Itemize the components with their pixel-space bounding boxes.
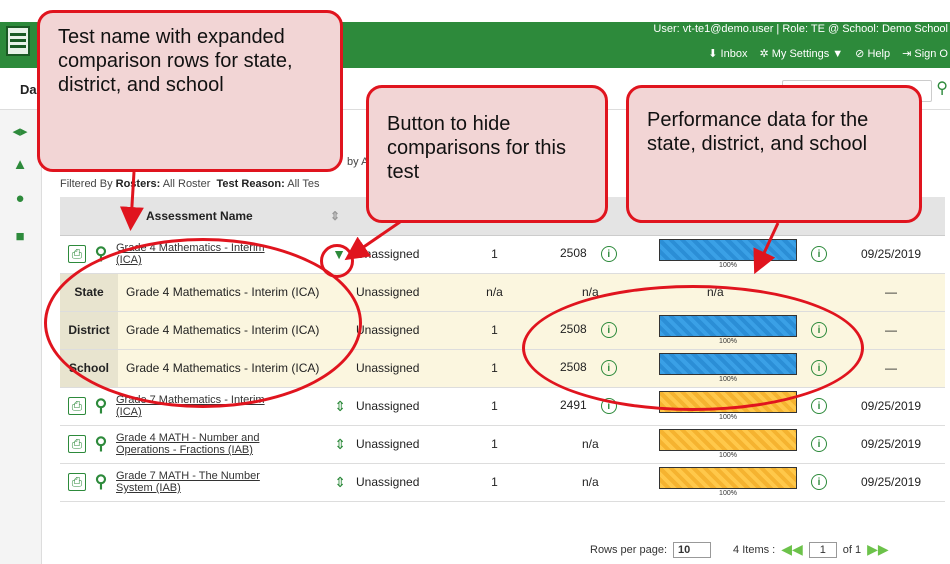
app-logo	[6, 26, 30, 56]
reason-cell: Unassigned	[352, 463, 447, 502]
reason-cell: Unassigned	[352, 349, 447, 388]
reason-cell: Unassigned	[352, 387, 447, 426]
show-comparisons-button[interactable]: ⇕	[334, 398, 346, 415]
score-cell: n/a	[542, 425, 647, 464]
inbox-link[interactable]: ⬇ Inbox	[708, 47, 747, 60]
date-cell: 09/25/2019	[837, 463, 945, 502]
items-count: 4 Items :	[733, 543, 776, 556]
filter-context: Filtered By Rosters: All Roster Test Rea…	[60, 178, 319, 190]
date-cell: —	[837, 273, 945, 312]
info-icon[interactable]: i	[811, 436, 827, 452]
performance-bar	[659, 429, 797, 451]
tests-cell: 1	[447, 425, 542, 464]
print-icon[interactable]: ⎙	[68, 245, 86, 263]
date-cell: 09/25/2019	[837, 425, 945, 464]
page-of: of 1	[842, 543, 862, 556]
table-row: ⎙ ⚲ Grade 7 MATH - The Number System (IA…	[60, 463, 945, 502]
rosters-value: All Roster	[162, 178, 211, 190]
info-icon[interactable]: i	[811, 398, 827, 414]
header-links: ⬇ Inbox ✲ My Settings ▼ ⊘ Help ⇥ Sign O	[708, 47, 948, 60]
magnify-icon[interactable]: ⚲	[92, 434, 110, 453]
date-cell: 09/25/2019	[837, 387, 945, 426]
user-info: User: vt-te1@demo.user | Role: TE @ Scho…	[653, 23, 948, 35]
performance-percent: 100%	[719, 490, 737, 497]
callout-test-name: Test name with expanded comparison rows …	[37, 10, 343, 172]
org-chart-icon[interactable]: ▲	[10, 156, 30, 176]
help-link[interactable]: ⊘ Help	[855, 47, 890, 60]
reason-cell: Unassigned	[352, 235, 447, 274]
inbox-label: Inbox	[720, 48, 748, 60]
tests-cell: 1	[447, 387, 542, 426]
assessment-link[interactable]: Grade 7 MATH - The Number System (IAB)	[116, 470, 266, 494]
sort-icon[interactable]: ⇕	[330, 209, 340, 223]
reason-cell: Unassigned	[352, 311, 447, 350]
page-label: Da	[20, 82, 37, 97]
info-icon[interactable]: i	[811, 474, 827, 490]
pagination: Rows per page: 10 4 Items : ◀◀ 1 of 1 ▶▶	[590, 541, 889, 558]
assessment-cell: ⎙ ⚲ Grade 4 MATH - Number and Operations…	[60, 425, 352, 464]
settings-link[interactable]: ✲ My Settings ▼	[759, 47, 843, 60]
annotation-circle-toggle	[320, 244, 354, 278]
next-page-icon[interactable]: ▶▶	[867, 541, 889, 558]
score-cell: n/a	[542, 463, 647, 502]
performance-cell: 100% i	[647, 235, 837, 274]
assessment-cell: ⎙ ⚲ Grade 7 MATH - The Number System (IA…	[60, 463, 352, 502]
performance-cell: 100% i	[647, 463, 837, 502]
prev-page-icon[interactable]: ◀◀	[781, 541, 803, 558]
performance-cell: 100% i	[647, 425, 837, 464]
reason-value: All Tes	[287, 178, 320, 190]
magnify-icon[interactable]: ⚲	[92, 472, 110, 491]
annotation-ellipse-performance	[522, 285, 864, 411]
performance-bar	[659, 467, 797, 489]
search-icon[interactable]: ⚲	[936, 78, 948, 98]
score-value: 2508	[560, 246, 587, 261]
side-nav: ◂▸ ▲ ● ■	[0, 110, 42, 564]
assessment-link[interactable]: Grade 4 MATH - Number and Operations - F…	[116, 432, 266, 456]
show-comparisons-button[interactable]: ⇕	[334, 474, 346, 491]
tests-cell: n/a	[447, 273, 542, 312]
sign-out-link[interactable]: ⇥ Sign O	[902, 47, 948, 60]
performance-percent: 100%	[719, 262, 737, 269]
table-row: ⎙ ⚲ Grade 4 MATH - Number and Operations…	[60, 425, 945, 464]
assessment-name-header-label: Assessment Name	[146, 208, 253, 223]
rows-per-page-select[interactable]: 10	[673, 541, 712, 558]
print-icon[interactable]: ⎙	[68, 397, 86, 415]
tests-cell: 1	[447, 235, 542, 274]
reason-label: Test Reason:	[216, 178, 285, 190]
callout-performance: Performance data for the state, district…	[626, 85, 922, 223]
expand-icon[interactable]: ◂▸	[10, 122, 30, 142]
info-icon[interactable]: i	[811, 246, 827, 262]
performance-percent: 100%	[719, 414, 737, 421]
performance-bar	[659, 239, 797, 261]
reason-cell: Unassigned	[352, 425, 447, 464]
print-icon[interactable]: ⎙	[68, 435, 86, 453]
performance-percent: 100%	[719, 452, 737, 459]
annotation-ellipse-names	[44, 238, 362, 408]
score-cell: 2508 i	[542, 235, 647, 274]
callout-toggle-button: Button to hide comparisons for this test	[366, 85, 608, 223]
info-icon[interactable]: i	[600, 246, 617, 262]
page-input[interactable]: 1	[808, 541, 837, 558]
rosters-label: Rosters:	[115, 178, 161, 190]
students-icon[interactable]: ●	[10, 190, 30, 210]
reason-cell: Unassigned	[352, 273, 447, 312]
date-cell: 09/25/2019	[837, 235, 945, 274]
sign-out-label: Sign O	[914, 48, 948, 60]
print-icon[interactable]: ⎙	[68, 473, 86, 491]
assessment-name-header[interactable]: Assessment Name ⇕	[60, 197, 352, 236]
rows-per-page-label: Rows per page:	[590, 543, 668, 556]
score-value: 2491	[560, 398, 587, 413]
magnify-icon[interactable]: ⚲	[92, 396, 110, 415]
notes-icon[interactable]: ■	[10, 228, 30, 248]
show-comparisons-button[interactable]: ⇕	[334, 436, 346, 453]
tests-cell: 1	[447, 463, 542, 502]
filtered-by-label: Filtered By	[60, 178, 113, 190]
help-label: Help	[867, 48, 891, 60]
settings-label: My Settings ▼	[771, 48, 844, 60]
